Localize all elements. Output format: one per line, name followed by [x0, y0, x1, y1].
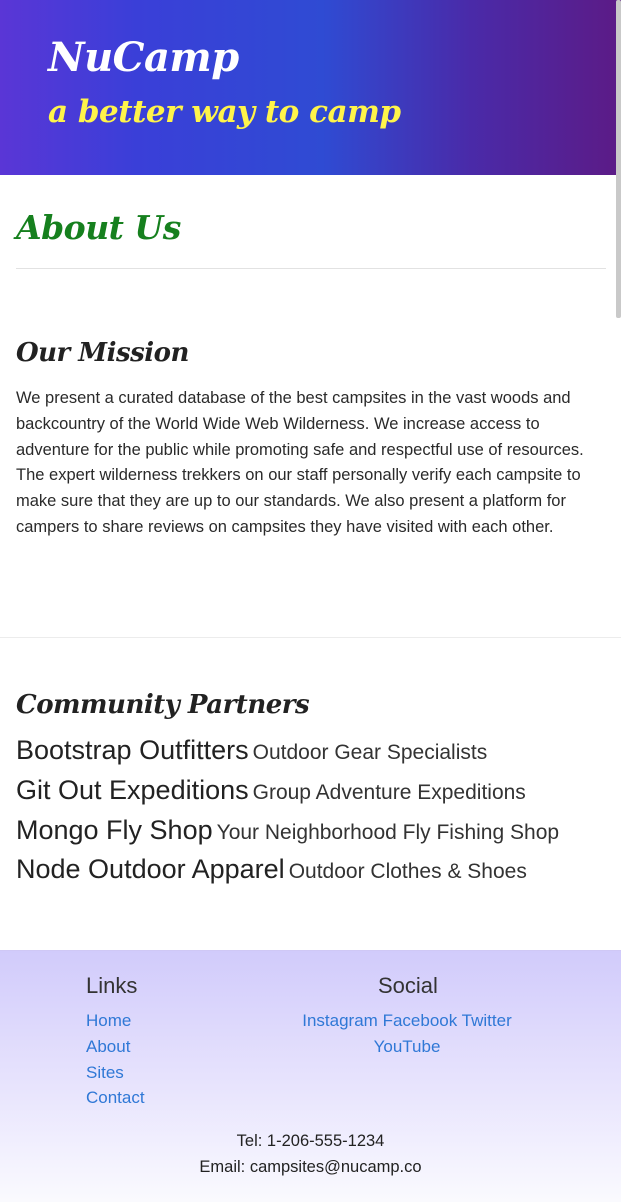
- footer-phone: Tel: 1-206-555-1234: [236, 1132, 385, 1150]
- partner-item: Node Outdoor Apparel Outdoor Clothes & Sh…: [16, 854, 527, 885]
- partner-name: Git Out Expeditions: [16, 775, 249, 805]
- footer-link-about[interactable]: About: [86, 1037, 130, 1057]
- mission-heading: Our Mission: [16, 338, 189, 368]
- footer-links-heading: Links: [86, 973, 138, 998]
- partner-description: Group Adventure Expeditions: [252, 781, 526, 804]
- footer-social-heading: Social: [378, 973, 438, 998]
- footer-link-sites[interactable]: Sites: [86, 1063, 124, 1083]
- brand-tagline: a better way to camp: [48, 94, 401, 130]
- social-links: Instagram Facebook Twitter YouTube: [240, 1008, 574, 1060]
- footer-link-home[interactable]: Home: [86, 1011, 131, 1031]
- partner-name: Mongo Fly Shop: [16, 815, 213, 845]
- scrollbar-thumb[interactable]: [616, 0, 621, 318]
- partner-item: Git Out Expeditions Group Adventure Exped…: [16, 775, 526, 806]
- partner-name: Node Outdoor Apparel: [16, 854, 285, 884]
- section-divider: [0, 637, 621, 638]
- site-footer: Links Home About Sites Contact Social In…: [0, 950, 621, 1202]
- footer-email[interactable]: Email: campsites@nucamp.co: [0, 1158, 621, 1177]
- page-title: About Us: [16, 208, 181, 247]
- youtube-link[interactable]: YouTube: [374, 1037, 441, 1056]
- partner-description: Outdoor Gear Specialists: [252, 741, 488, 764]
- site-header: NuCamp a better way to camp: [0, 0, 621, 175]
- partner-item: Bootstrap Outfitters Outdoor Gear Special…: [16, 735, 487, 766]
- facebook-link[interactable]: Facebook: [383, 1011, 458, 1030]
- footer-link-contact[interactable]: Contact: [86, 1088, 145, 1108]
- partners-heading: Community Partners: [16, 690, 310, 720]
- mission-text: We present a curated database of the bes…: [16, 389, 584, 536]
- partner-description: Your Neighborhood Fly Fishing Shop: [216, 821, 560, 844]
- title-divider: [16, 268, 606, 269]
- partner-name: Bootstrap Outfitters: [16, 735, 249, 765]
- twitter-link[interactable]: Twitter: [462, 1011, 512, 1030]
- partner-item: Mongo Fly Shop Your Neighborhood Fly Fish…: [16, 815, 559, 846]
- instagram-link[interactable]: Instagram: [302, 1011, 378, 1030]
- partner-description: Outdoor Clothes & Shoes: [288, 860, 527, 883]
- brand-title[interactable]: NuCamp: [48, 34, 239, 81]
